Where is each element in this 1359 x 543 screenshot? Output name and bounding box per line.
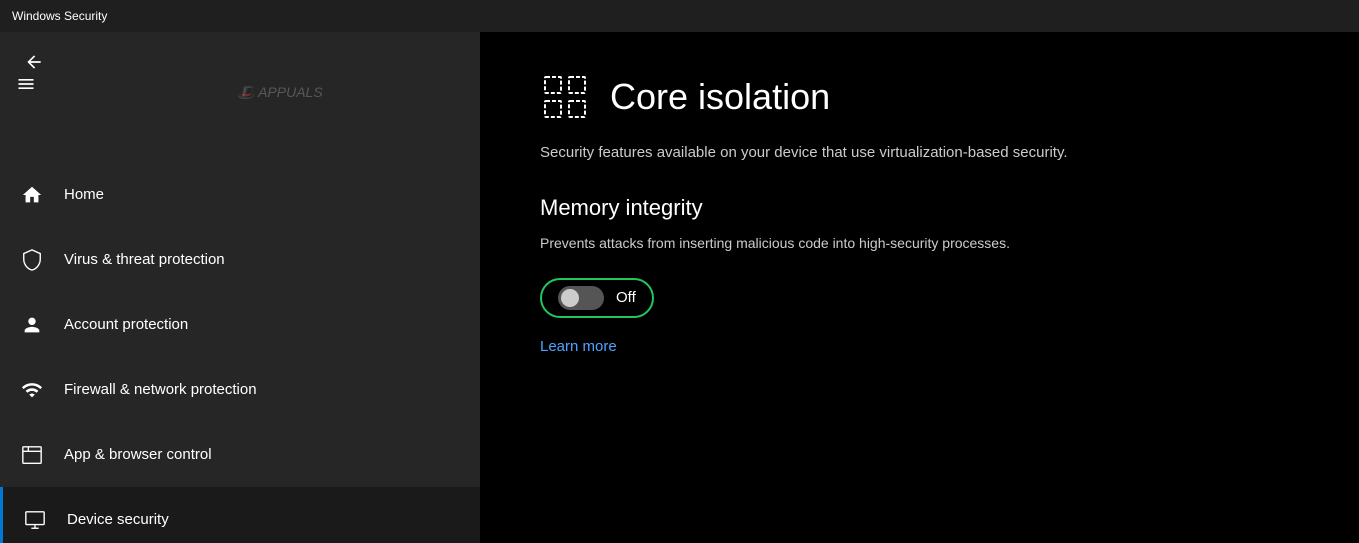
home-icon <box>20 183 44 207</box>
sidebar-item-home-label: Home <box>64 186 104 203</box>
sidebar-item-app-browser-label: App & browser control <box>64 446 212 463</box>
title-bar-text: Windows Security <box>12 9 107 23</box>
sidebar-item-virus[interactable]: Virus & threat protection <box>0 227 480 292</box>
toggle-knob <box>561 289 579 307</box>
title-bar: Windows Security <box>0 0 1359 32</box>
sidebar-item-virus-label: Virus & threat protection <box>64 251 225 268</box>
sidebar-item-account-label: Account protection <box>64 316 188 333</box>
page-description: Security features available on your devi… <box>540 142 1240 165</box>
page-header: Core isolation <box>540 72 1299 122</box>
app-container: 🎩 APPUALS Home <box>0 32 1359 543</box>
monitor-icon <box>23 508 47 532</box>
sidebar: 🎩 APPUALS Home <box>0 32 480 543</box>
sidebar-item-device-security[interactable]: Device security <box>0 487 480 543</box>
nav-items: Home Virus & threat protection Acc <box>0 162 480 543</box>
page-title: Core isolation <box>610 76 830 118</box>
sidebar-item-home[interactable]: Home <box>0 162 480 227</box>
main-content: Core isolation Security features availab… <box>480 32 1359 543</box>
sidebar-item-device-security-label: Device security <box>67 511 169 528</box>
memory-integrity-toggle-wrapper[interactable]: Off <box>540 278 654 318</box>
toggle-container: Off <box>540 278 1299 318</box>
wifi-icon <box>20 378 44 402</box>
learn-more-link[interactable]: Learn more <box>540 338 617 355</box>
back-button[interactable] <box>16 48 52 76</box>
browser-icon <box>20 443 44 467</box>
shield-icon <box>20 248 44 272</box>
toggle-off-label: Off <box>616 289 636 306</box>
section-title: Memory integrity <box>540 195 1299 221</box>
sidebar-item-firewall[interactable]: Firewall & network protection <box>0 357 480 422</box>
sidebar-item-firewall-label: Firewall & network protection <box>64 381 257 398</box>
hamburger-button[interactable] <box>16 74 36 99</box>
memory-integrity-toggle[interactable] <box>558 286 604 310</box>
watermark-area: 🎩 APPUALS <box>80 52 480 132</box>
person-icon <box>20 313 44 337</box>
sidebar-header: 🎩 APPUALS <box>0 32 480 92</box>
sidebar-item-account[interactable]: Account protection <box>0 292 480 357</box>
sidebar-item-app-browser[interactable]: App & browser control <box>0 422 480 487</box>
core-isolation-icon <box>540 72 590 122</box>
section-description: Prevents attacks from inserting maliciou… <box>540 233 1190 254</box>
